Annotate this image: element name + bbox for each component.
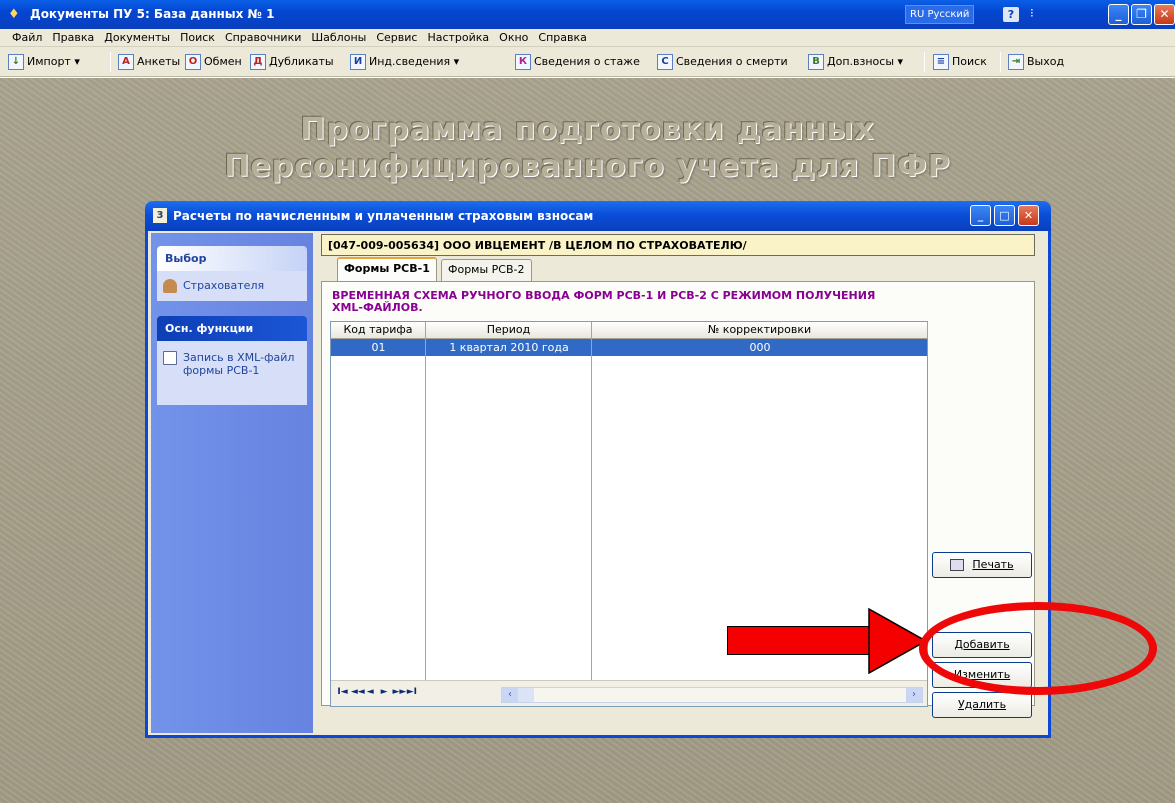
cell-period: 1 квартал 2010 года xyxy=(449,341,569,354)
dop-vznosy-button[interactable]: В Доп.взносы ▾ xyxy=(808,51,903,73)
tab-rsv-2[interactable]: Формы РСВ-2 xyxy=(441,259,532,281)
import-button[interactable]: ↓ Импорт ▾ xyxy=(8,51,80,73)
stazh-button[interactable]: К Сведения о стаже xyxy=(515,51,640,73)
first-record-icon[interactable]: I◄ xyxy=(337,687,348,697)
banner-line-1: Программа подготовки данных xyxy=(300,112,875,147)
menu-help[interactable]: Справка xyxy=(533,29,591,44)
person-icon xyxy=(163,279,177,293)
section-vybor-body: Страхователя xyxy=(157,271,307,301)
menu-file[interactable]: Файл xyxy=(0,29,47,44)
search-button[interactable]: ≡ Поиск xyxy=(933,51,987,73)
menu-settings[interactable]: Настройка xyxy=(422,29,494,44)
menu-documents[interactable]: Документы xyxy=(99,29,175,44)
search-icon: ≡ xyxy=(933,54,949,70)
exit-icon: ⇥ xyxy=(1008,54,1024,70)
horizontal-scrollbar[interactable]: ‹ › xyxy=(501,687,923,703)
dialog-title: Расчеты по начисленным и уплаченным стра… xyxy=(173,209,594,223)
window-title-bar: ♦ Документы ПУ 5: База данных № 1 RU Рус… xyxy=(0,0,1175,29)
left-nav-panel: Выбор Страхователя Осн. функции Запись в… xyxy=(151,233,313,733)
scroll-left-icon[interactable]: ‹ xyxy=(502,688,518,702)
scroll-thumb[interactable] xyxy=(518,688,534,702)
dialog-title-bar: 3 Расчеты по начисленным и уплаченным ст… xyxy=(145,201,1051,231)
print-button[interactable]: Печать xyxy=(932,552,1032,578)
restore-button[interactable]: ❐ xyxy=(1131,4,1152,25)
tab-rsv-1[interactable]: Формы РСВ-1 xyxy=(337,257,437,281)
app-icon: ♦ xyxy=(8,7,20,22)
delete-button[interactable]: Удалить xyxy=(932,692,1032,718)
dialog-maximize-button[interactable]: □ xyxy=(994,205,1015,226)
table-row[interactable]: 01 1 квартал 2010 года 000 xyxy=(331,339,927,356)
dublikaty-button[interactable]: Д Дубликаты xyxy=(250,51,334,73)
record-navigator: I◄ ◄◄ ◄ ► ►► ►I xyxy=(337,687,417,703)
dublikaty-icon: Д xyxy=(250,54,266,70)
smert-button[interactable]: С Сведения о смерти xyxy=(657,51,788,73)
menu-directories[interactable]: Справочники xyxy=(220,29,306,44)
language-indicator[interactable]: RU Русский xyxy=(905,5,975,24)
ind-svedenia-button[interactable]: И Инд.сведения ▾ xyxy=(350,51,459,73)
language-bar-options-icon[interactable]: ⁝ xyxy=(1030,6,1034,20)
dop-vznosy-icon: В xyxy=(808,54,824,70)
menu-window[interactable]: Окно xyxy=(494,29,533,44)
help-icon[interactable]: ? xyxy=(1003,7,1019,22)
section-osn-funkcii[interactable]: Осн. функции xyxy=(157,316,307,341)
dialog-minimize-button[interactable]: _ xyxy=(970,205,991,226)
xml-document-icon xyxy=(163,351,177,365)
organization-header: [047-009-005634] ООО ИВЦЕМЕНТ /В ЦЕЛОМ П… xyxy=(321,234,1035,256)
grid-header: Код тарифа Период № корректировки xyxy=(331,322,928,339)
banner-line-2: Персонифицированного учета для ПФР xyxy=(224,149,951,184)
stazh-icon: К xyxy=(515,54,531,70)
section-osn-funkcii-body: Запись в XML-файл формы РСВ-1 xyxy=(157,341,307,405)
grid-column-divider xyxy=(425,339,426,680)
ind-svedenia-icon: И xyxy=(350,54,366,70)
cell-correction: 000 xyxy=(749,341,771,354)
ankety-icon: А xyxy=(118,54,134,70)
obmen-button[interactable]: О Обмен xyxy=(185,51,242,73)
dialog-close-button[interactable]: ✕ xyxy=(1018,205,1039,226)
menu-templates[interactable]: Шаблоны xyxy=(306,29,371,44)
annotation-highlight-ellipse xyxy=(919,602,1157,695)
annotation-arrow-shaft xyxy=(727,626,877,655)
ankety-button[interactable]: А Анкеты xyxy=(118,51,180,73)
menu-search[interactable]: Поиск xyxy=(175,29,220,44)
grid-column-divider xyxy=(591,339,592,680)
column-header-correction[interactable]: № корректировки xyxy=(592,322,928,339)
obmen-icon: О xyxy=(185,54,201,70)
next-page-icon[interactable]: ►► xyxy=(393,687,407,697)
panel-caption: ВРЕМЕННАЯ СХЕМА РУЧНОГО ВВОДА ФОРМ РСВ-1… xyxy=(332,289,876,314)
import-icon: ↓ xyxy=(8,54,24,70)
column-header-tariff[interactable]: Код тарифа xyxy=(331,322,426,339)
menu-edit[interactable]: Правка xyxy=(47,29,99,44)
prev-record-icon[interactable]: ◄ xyxy=(365,687,376,697)
toolbar-separator xyxy=(1000,52,1001,72)
close-button[interactable]: ✕ xyxy=(1154,4,1175,25)
toolbar-separator xyxy=(924,52,925,72)
printer-icon xyxy=(950,559,965,571)
window-title: Документы ПУ 5: База данных № 1 xyxy=(30,7,275,21)
prev-page-icon[interactable]: ◄◄ xyxy=(351,687,365,697)
grid-footer: I◄ ◄◄ ◄ ► ►► ►I ‹ › xyxy=(331,680,927,706)
toolbar-separator xyxy=(110,52,111,72)
minimize-button[interactable]: _ xyxy=(1108,4,1129,25)
annotation-arrow-head xyxy=(868,608,928,674)
exit-button[interactable]: ⇥ Выход xyxy=(1008,51,1064,73)
column-header-period[interactable]: Период xyxy=(426,322,592,339)
nav-item-strahovatelya[interactable]: Страхователя xyxy=(163,279,301,293)
menu-service[interactable]: Сервис xyxy=(371,29,422,44)
section-vybor[interactable]: Выбор xyxy=(157,246,307,271)
menu-bar: Файл Правка Документы Поиск Справочники Шабло… xyxy=(0,29,1175,47)
scroll-right-icon[interactable]: › xyxy=(906,688,922,702)
nav-item-xml-export[interactable]: Запись в XML-файл формы РСВ-1 xyxy=(163,351,301,377)
dialog-icon: 3 xyxy=(153,208,167,223)
smert-icon: С xyxy=(657,54,673,70)
cell-tariff: 01 xyxy=(371,341,386,354)
toolbar: ↓ Импорт ▾ А Анкеты О Обмен Д Дубликаты И Инд… xyxy=(0,47,1175,77)
next-record-icon[interactable]: ► xyxy=(379,687,390,697)
last-record-icon[interactable]: ►I xyxy=(406,687,417,697)
